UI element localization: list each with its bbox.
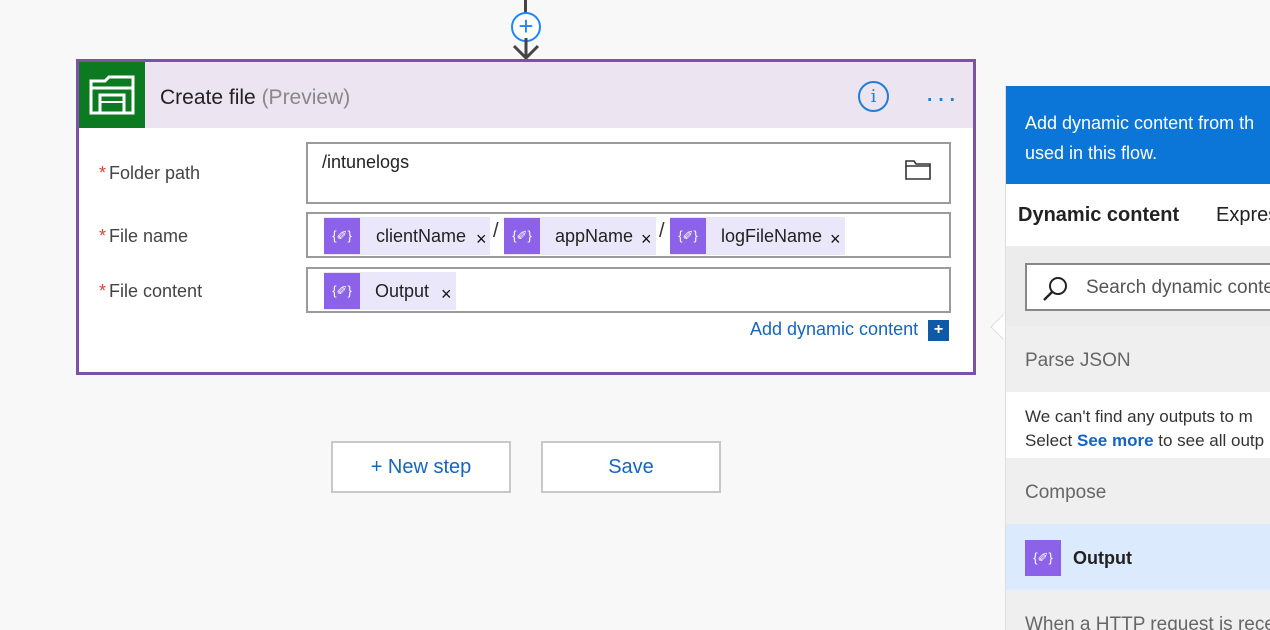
- panel-header-line2: used in this flow.: [1025, 143, 1158, 163]
- msg-post: to see all outp: [1153, 431, 1265, 450]
- add-dynamic-content-icon[interactable]: +: [928, 320, 949, 341]
- file-name-field[interactable]: {✐} clientName × / {✐} appName × / {✐} l…: [306, 212, 951, 258]
- token-close-icon[interactable]: ×: [641, 229, 652, 250]
- token-label: Output: [375, 281, 430, 301]
- tab-dynamic-content[interactable]: Dynamic content: [1018, 204, 1179, 227]
- new-step-button[interactable]: + New step: [331, 441, 511, 493]
- panel-header-line1: Add dynamic content from th: [1025, 113, 1255, 133]
- dynamic-token-icon: {✐}: [324, 273, 360, 309]
- parse-json-message: We can't find any outputs to m Select Se…: [1006, 392, 1270, 458]
- folder-path-value: /intunelogs: [322, 152, 410, 172]
- card-header[interactable]: Create file (Preview) i ···: [79, 62, 973, 128]
- required-mark: *: [99, 281, 107, 301]
- dynamic-token-icon: {✐}: [670, 218, 706, 254]
- create-file-action-card: Create file (Preview) i ··· * Folder path…: [76, 59, 976, 375]
- required-mark: *: [99, 226, 107, 246]
- dynamic-token-icon: {✐}: [324, 218, 360, 254]
- parse-json-msg-line2: Select See more to see all outp: [1025, 429, 1270, 453]
- token-label: appName: [555, 226, 634, 246]
- info-glyph: i: [870, 86, 877, 107]
- more-options-icon[interactable]: ···: [925, 82, 959, 114]
- section-http-request[interactable]: When a HTTP request is rece: [1006, 590, 1270, 630]
- plus-icon: +: [518, 11, 534, 41]
- path-separator: /: [493, 220, 499, 242]
- dynamic-token-icon: {✐}: [504, 218, 540, 254]
- token-output[interactable]: {✐} Output ×: [324, 272, 456, 310]
- panel-header: Add dynamic content from th used in this…: [1006, 86, 1270, 184]
- file-content-label: * File content: [99, 281, 202, 302]
- msg-pre: Select: [1025, 431, 1077, 450]
- folder-path-field[interactable]: /intunelogs: [306, 142, 951, 204]
- file-name-label-text: File name: [109, 226, 189, 246]
- token-label: clientName: [376, 226, 467, 246]
- dynamic-token-icon: {✐}: [1025, 540, 1061, 576]
- folder-path-label-text: Folder path: [109, 163, 201, 183]
- path-separator: /: [659, 220, 665, 242]
- card-title-text: Create file: [160, 86, 256, 109]
- tab-expression[interactable]: Expres: [1216, 204, 1270, 227]
- file-content-field[interactable]: {✐} Output ×: [306, 267, 951, 313]
- token-close-icon[interactable]: ×: [441, 284, 452, 305]
- folder-icon[interactable]: [905, 158, 931, 180]
- connector-arrow-icon: [512, 38, 540, 60]
- search-icon: [1043, 277, 1067, 301]
- token-close-icon[interactable]: ×: [830, 229, 841, 250]
- dynamic-item-label: Output: [1073, 548, 1132, 568]
- info-icon[interactable]: i: [858, 81, 889, 112]
- parse-json-msg-line1: We can't find any outputs to m: [1025, 407, 1253, 426]
- see-more-link[interactable]: See more: [1077, 431, 1154, 450]
- card-title: Create file (Preview): [160, 86, 350, 110]
- panel-tabs: Dynamic content Expres: [1006, 184, 1270, 246]
- token-client-name[interactable]: {✐} clientName ×: [324, 217, 490, 255]
- section-compose[interactable]: Compose: [1006, 458, 1270, 524]
- token-label: logFileName: [721, 226, 823, 246]
- save-button[interactable]: Save: [541, 441, 721, 493]
- file-explorer-icon: [79, 62, 145, 128]
- file-content-label-text: File content: [109, 281, 203, 301]
- dynamic-content-panel: Add dynamic content from th used in this…: [1005, 86, 1270, 630]
- search-area: Search dynamic conte: [1006, 246, 1270, 326]
- token-log-file-name[interactable]: {✐} logFileName ×: [670, 217, 845, 255]
- folder-path-label: * Folder path: [99, 163, 200, 184]
- section-parse-json[interactable]: Parse JSON: [1006, 326, 1270, 392]
- token-close-icon[interactable]: ×: [476, 229, 487, 250]
- search-placeholder: Search dynamic conte: [1086, 277, 1270, 298]
- dynamic-item-output[interactable]: {✐} Output: [1006, 524, 1270, 590]
- required-mark: *: [99, 163, 107, 183]
- card-title-preview: (Preview): [261, 86, 351, 109]
- add-dynamic-content-link[interactable]: Add dynamic content: [750, 319, 918, 340]
- token-app-name[interactable]: {✐} appName ×: [504, 217, 656, 255]
- search-input[interactable]: Search dynamic conte: [1025, 263, 1270, 311]
- file-name-label: * File name: [99, 226, 188, 247]
